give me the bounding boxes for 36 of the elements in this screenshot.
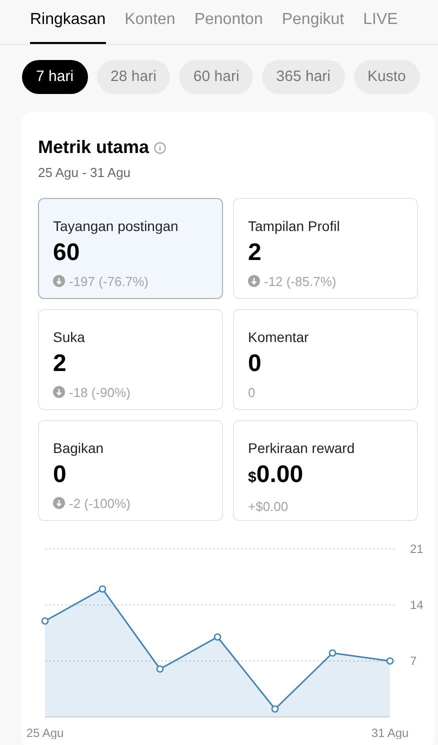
range-chip[interactable]: 365 hari xyxy=(262,60,344,94)
axis-label: 7 xyxy=(410,654,417,668)
metric-value: 60 xyxy=(53,238,81,268)
metric-label: Bagikan xyxy=(53,438,105,458)
metric-value: 2 xyxy=(248,238,262,268)
info-icon[interactable] xyxy=(154,142,166,154)
metric-tile[interactable]: Komentar 0 0 xyxy=(233,308,418,410)
metric-change: -18 (-90%) xyxy=(69,384,130,402)
metric-tile[interactable]: Bagikan 0 -2 (-100%) xyxy=(38,420,223,520)
range-chip[interactable]: Kusto xyxy=(354,60,420,94)
axis-label: 14 xyxy=(410,598,424,612)
metric-change: -12 (-85.7%) xyxy=(264,272,336,291)
metric-change: 0 xyxy=(248,384,256,402)
metric-label: Suka xyxy=(53,328,86,346)
metric-tile[interactable]: Tayangan postingan 60 -197 (-76.7%) xyxy=(38,198,223,298)
metric-tile[interactable]: Tampilan Profil 2 -12 (-85.7%) xyxy=(233,198,418,298)
metric-tile[interactable]: Suka 2 -18 (-90%) xyxy=(38,308,223,410)
range-chip[interactable]: 60 hari xyxy=(179,60,254,94)
axis-label: 21 xyxy=(410,542,424,556)
metric-label: Tayangan postingan xyxy=(53,216,180,236)
metric-change: -2 (-100%) xyxy=(69,494,130,513)
metric-tile[interactable]: Perkiraan reward $0.00 +$0.00 xyxy=(233,420,418,520)
metric-value: 0 xyxy=(53,460,68,490)
card-title: Metrik utama xyxy=(38,136,150,159)
metric-value: $0.00 xyxy=(248,460,304,490)
metric-value: 2 xyxy=(53,348,68,378)
tab[interactable]: Ringkasan xyxy=(30,0,106,44)
date-range: 25 Agu - 31 Agu xyxy=(38,164,132,182)
metric-change: +$0.00 xyxy=(248,498,288,516)
metric-label: Komentar xyxy=(248,328,310,346)
metric-label: Tampilan Profil xyxy=(248,216,341,236)
range-chip[interactable]: 7 hari xyxy=(22,60,88,94)
range-chip[interactable]: 28 hari xyxy=(96,60,170,94)
metric-change: -197 (-76.7%) xyxy=(69,272,148,291)
metric-label: Perkiraan reward xyxy=(248,438,356,458)
metric-value: 0 xyxy=(248,348,262,378)
